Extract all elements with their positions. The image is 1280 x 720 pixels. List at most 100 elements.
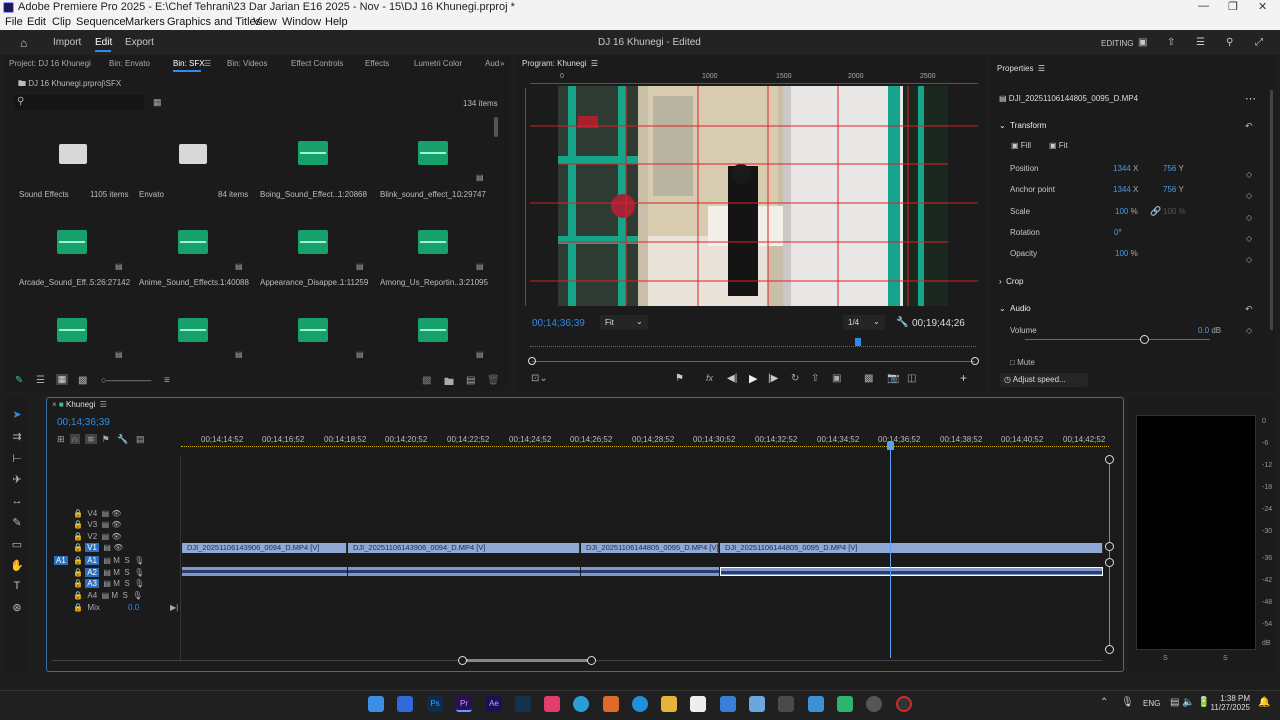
import-tab[interactable]: Import (53, 37, 81, 48)
after-effects-icon[interactable]: Ae (486, 696, 502, 712)
export-tab[interactable]: Export (125, 37, 154, 48)
vertical-zoom-handle[interactable] (1105, 558, 1114, 567)
menu-window[interactable]: Window (282, 16, 321, 28)
workspace-label[interactable]: EDITING (1101, 39, 1133, 48)
track-v2[interactable]: 🔒 V2 ▤ 👁 (73, 532, 122, 541)
home-icon[interactable]: ⌂ (20, 36, 27, 50)
track-v4[interactable]: 🔒 V4 ▤ 👁 (73, 509, 122, 518)
audio-clip-thumbnail[interactable] (57, 318, 87, 342)
crop-section[interactable]: › Crop (999, 277, 1023, 286)
anchor-x[interactable]: 1344 X (1113, 185, 1138, 194)
marker-icon[interactable]: ⚑ (675, 373, 684, 384)
zoom-scrollbar[interactable] (532, 361, 975, 362)
edit-tab[interactable]: Edit (95, 37, 112, 48)
notification-icon[interactable]: 🔔 (1258, 697, 1270, 708)
properties-scrollbar[interactable] (1270, 90, 1273, 330)
video-clip[interactable]: DJI_20251106144805_0095_D.MP4 [V] (720, 543, 1103, 553)
list-view-icon[interactable]: ☰ (36, 375, 45, 386)
tab-bin-videos[interactable]: Bin: Videos (227, 59, 267, 68)
fill-button[interactable]: ▣ Fill (1011, 141, 1031, 150)
new-bin-icon[interactable]: 🖿 (444, 375, 454, 392)
vscode-icon[interactable] (515, 696, 531, 712)
audio-clip[interactable] (348, 567, 580, 576)
caption-tool-icon[interactable]: ⊛ (10, 601, 24, 614)
scrollbar[interactable] (494, 117, 498, 137)
chevron-up-icon[interactable]: ⌃ (1100, 697, 1108, 708)
tab-project[interactable]: Project: DJ 16 Khunegi (9, 59, 91, 68)
app-icon[interactable] (837, 696, 853, 712)
vertical-zoom-handle[interactable] (1105, 542, 1114, 551)
extract-icon[interactable]: ▣ (832, 373, 841, 384)
audio-clip[interactable] (581, 567, 719, 576)
audio-clip-thumbnail[interactable] (418, 230, 448, 254)
track-mix[interactable]: 🔒 Mix (73, 603, 100, 612)
properties-tab[interactable]: Properties ☰ (997, 64, 1045, 73)
transform-section[interactable]: ⌄ Transform (999, 121, 1046, 130)
fullscreen-icon[interactable]: ⤢ (1255, 37, 1263, 48)
clock[interactable]: 1:38 PM 11/27/2025 (1210, 694, 1250, 712)
video-clip[interactable]: DJI_20251106144805_0095_D.MP4 [V] (581, 543, 719, 553)
timeline-tools[interactable]: ⊞ ∩ ≌ ⚑ 🔧 ▤ (57, 434, 144, 445)
snipping-icon[interactable] (749, 696, 765, 712)
audio-clip-thumbnail[interactable] (298, 318, 328, 342)
tab-effect-controls[interactable]: Effect Controls (291, 59, 343, 68)
video-clip[interactable]: DJI_20251106143906_0094_D.MP4 [V] (348, 543, 580, 553)
volume-keyframe-icon[interactable]: ◇ (1246, 326, 1252, 335)
vertical-zoom-handle[interactable] (1105, 455, 1114, 464)
menu-view[interactable]: View (253, 16, 277, 28)
playhead-marker[interactable] (855, 338, 861, 346)
menu-markers[interactable]: Markers (125, 16, 165, 28)
volume-handle[interactable] (1140, 335, 1149, 344)
source-a1[interactable]: A1 (54, 556, 68, 565)
chat-icon[interactable] (866, 696, 882, 712)
timeline-tab[interactable]: × ■ Khunegi ☰ (52, 400, 107, 409)
menu-edit[interactable]: Edit (27, 16, 46, 28)
notepad-icon[interactable] (690, 696, 706, 712)
video-clip[interactable]: DJI_20251106143906_0094_D.MP4 [V] (182, 543, 347, 553)
menu-help[interactable]: Help (325, 16, 348, 28)
menu-icon[interactable]: ☰ (1196, 37, 1205, 48)
vertical-zoom-handle[interactable] (1105, 645, 1114, 654)
audio-clip-thumbnail[interactable] (57, 230, 87, 254)
track-v3[interactable]: 🔒 V3 ▤ 👁 (73, 520, 122, 529)
calculator-icon[interactable] (778, 696, 794, 712)
add-button-icon[interactable]: + (960, 371, 967, 385)
trash-icon[interactable]: 🗑 (487, 375, 500, 386)
track-a4[interactable]: 🔒 A4 ▤ M S 🎙 (73, 591, 142, 600)
menu-file[interactable]: File (5, 16, 23, 28)
menu-sequence[interactable]: Sequence (76, 16, 126, 28)
windows-start-icon[interactable] (368, 696, 384, 712)
maximize-icon[interactable]: ❐ (1228, 0, 1238, 13)
slip-tool-icon[interactable]: ↔ (10, 495, 24, 507)
anchor-y[interactable]: 756 Y (1163, 185, 1184, 194)
keyframe-icons[interactable]: ◇ ◇ ◇ ◇ ◇ (1246, 164, 1252, 270)
freeform-view-icon[interactable]: ▩ (78, 375, 87, 386)
program-timecode[interactable]: 00;14;36;39 (532, 318, 585, 329)
adjust-speed-button[interactable]: ◷ Adjust speed... (1000, 373, 1088, 387)
compare-icon[interactable]: ◫ (907, 373, 916, 384)
app-icon[interactable] (896, 696, 912, 712)
menu-clip[interactable]: Clip (52, 16, 71, 28)
lift-icon[interactable]: ⇧ (811, 373, 819, 384)
pencil-icon[interactable]: ✎ (15, 375, 23, 386)
meter-channel-label[interactable]: S (1223, 655, 1228, 662)
volume-value[interactable]: 0.0 dB (1198, 326, 1221, 335)
audio-clip-thumbnail[interactable] (298, 141, 328, 165)
close-icon[interactable]: ✕ (1258, 0, 1267, 13)
wrench-icon[interactable]: 🔧 (896, 317, 908, 328)
tab-audio[interactable]: Aud (485, 59, 499, 68)
zoom-slider[interactable]: ○————— (101, 375, 151, 385)
file-explorer-icon[interactable] (661, 696, 677, 712)
pen-tool-icon[interactable]: ✎ (10, 516, 24, 529)
new-item-icon[interactable]: ▤ (466, 375, 475, 386)
icon-view-icon[interactable]: ▦ (56, 374, 68, 385)
folder-icon[interactable] (59, 144, 87, 164)
music-icon[interactable] (544, 696, 560, 712)
minimize-icon[interactable]: — (1198, 0, 1209, 12)
opacity-value[interactable]: 100 % (1115, 249, 1138, 258)
link-icon[interactable]: 🔗 (1150, 206, 1161, 217)
program-monitor-tab[interactable]: Program: Khunegi ☰ (522, 59, 598, 68)
language-indicator[interactable]: ENG (1143, 699, 1160, 708)
reset-icon[interactable]: ↶ (1245, 121, 1253, 132)
scale-value[interactable]: 100 % (1115, 207, 1138, 216)
